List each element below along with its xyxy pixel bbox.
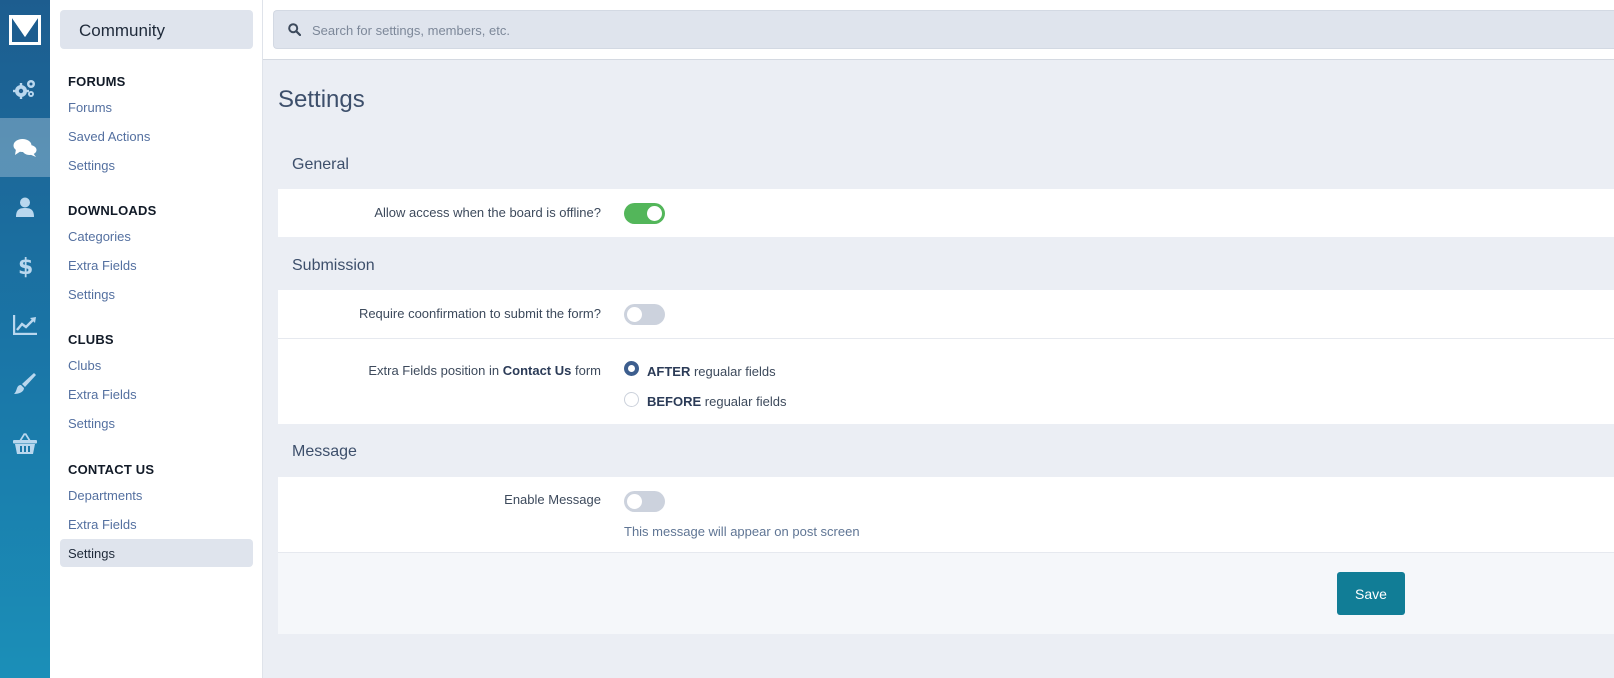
nav-item-clubs-extra-fields[interactable]: Extra Fields [60,380,253,408]
nav-item-clubs-settings[interactable]: Settings [60,409,253,437]
nav-section-contact-us: CONTACT US [68,462,155,477]
form-footer: Save [278,553,1614,634]
rail-item-system[interactable] [0,59,50,118]
svg-text:$: $ [18,255,32,278]
rail-item-community[interactable] [0,118,50,177]
nav-item-forums[interactable]: Forums [60,93,253,121]
radio-after-text: regualar fields [690,364,776,379]
gears-icon [13,79,35,99]
label-text: Extra Fields position in [368,363,503,378]
line-chart-icon [13,314,37,335]
rail-item-commerce[interactable]: $ [0,236,50,295]
search-input[interactable] [312,19,1212,41]
radio-before-bold: BEFORE [647,394,702,409]
setting-row-enable-message: Enable Message This message will appear … [278,477,1614,553]
paintbrush-icon [14,372,36,394]
icon-rail: $ [0,0,50,678]
radio-after[interactable] [624,361,639,376]
rail-item-marketplace[interactable] [0,413,50,472]
extra-fields-position-label: Extra Fields position in Contact Us form [368,363,601,378]
radio-after-label[interactable]: AFTER regualar fields [647,364,776,379]
logo-icon [9,14,41,45]
confirm-submit-toggle[interactable] [624,304,665,325]
enable-message-label: Enable Message [504,492,601,507]
secondary-nav: Community FORUMS Forums Saved Actions Se… [50,0,263,678]
group-title-general: General [292,156,349,173]
nav-item-forums-settings[interactable]: Settings [60,151,253,179]
nav-item-categories[interactable]: Categories [60,222,253,250]
nav-item-saved-actions[interactable]: Saved Actions [60,122,253,150]
group-title-submission: Submission [292,257,375,274]
nav-title: Community [60,10,253,49]
chat-bubbles-icon [13,138,37,157]
radio-before[interactable] [624,392,639,407]
radio-before-label[interactable]: BEFORE regualar fields [647,394,786,409]
enable-message-hint: This message will appear on post screen [624,524,860,539]
toggle-knob [647,206,662,221]
toggle-knob [627,307,642,322]
nav-section-forums: FORUMS [68,74,126,89]
nav-item-downloads-settings[interactable]: Settings [60,280,253,308]
search-box [273,10,1614,49]
confirm-submit-label: Require coonfirmation to submit the form… [358,306,601,321]
nav-item-downloads-extra-fields[interactable]: Extra Fields [60,251,253,279]
rail-item-members[interactable] [0,177,50,236]
rail-item-customization[interactable] [0,354,50,413]
offline-access-toggle[interactable] [624,203,665,224]
setting-row-extra-fields-position: Extra Fields position in Contact Us form… [278,339,1614,424]
group-title-message: Message [292,443,357,460]
nav-section-downloads: DOWNLOADS [68,203,157,218]
page-title: Settings [278,86,365,113]
nav-item-contact-extra-fields[interactable]: Extra Fields [60,510,253,538]
nav-item-clubs[interactable]: Clubs [60,351,253,379]
rail-item-stats[interactable] [0,295,50,354]
save-button[interactable]: Save [1337,572,1405,615]
setting-row-offline-access: Allow access when the board is offline? [278,189,1614,237]
dollar-icon: $ [18,255,32,278]
enable-message-toggle[interactable] [624,491,665,512]
nav-section-clubs: CLUBS [68,332,114,347]
radio-before-text: regualar fields [701,394,787,409]
user-icon [16,197,34,217]
label-bold-text: Contact Us [502,363,572,378]
app-logo[interactable] [0,0,50,59]
search-icon [288,23,301,36]
toggle-knob [627,494,642,509]
top-bar [263,0,1614,60]
radio-after-bold: AFTER [647,364,691,379]
setting-row-confirm-submit: Require coonfirmation to submit the form… [278,290,1614,339]
nav-item-contact-settings[interactable]: Settings [60,539,253,567]
label-text: form [571,363,601,378]
basket-icon [13,432,37,454]
nav-item-departments[interactable]: Departments [60,481,253,509]
offline-access-label: Allow access when the board is offline? [374,205,601,220]
